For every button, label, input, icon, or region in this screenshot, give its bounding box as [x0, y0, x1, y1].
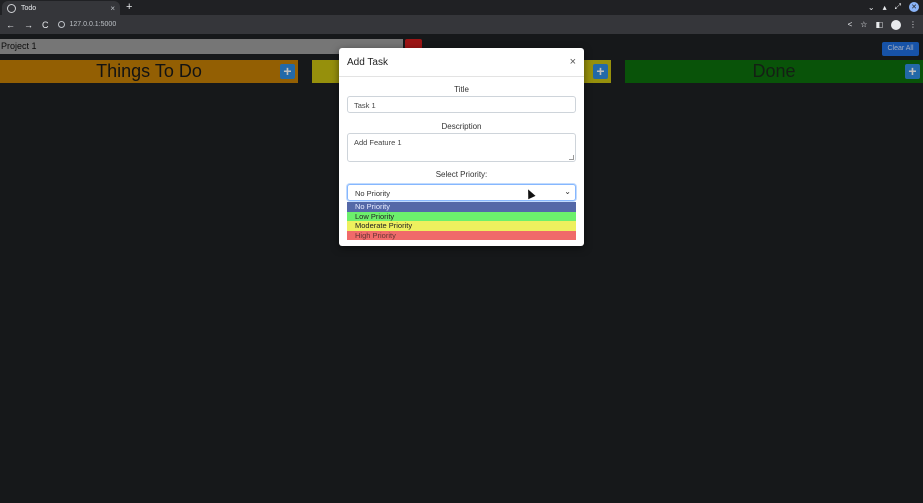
browser-tab-strip: Todo × + ⌄ ▴ ⤢ ✕	[0, 0, 923, 15]
profile-avatar[interactable]	[891, 19, 901, 30]
maximize-icon[interactable]: ⤢	[895, 2, 901, 12]
reload-button[interactable]: C	[42, 20, 49, 30]
globe-icon	[7, 3, 16, 13]
modal-header: Add Task ×	[339, 48, 584, 77]
new-tab-button[interactable]: +	[126, 1, 132, 14]
browser-tab[interactable]: Todo ×	[2, 1, 120, 15]
priority-option-none[interactable]: No Priority	[347, 202, 576, 212]
url-text: 127.0.0.1:5000	[69, 21, 117, 28]
priority-option-low[interactable]: Low Priority	[347, 211, 576, 221]
chevron-down-icon: ⌄	[564, 187, 571, 196]
chevron-down-icon[interactable]: ⌄	[868, 3, 875, 12]
browser-toolbar: ← → C 127.0.0.1:5000 < ☆ ◧ ⋮	[0, 15, 923, 34]
priority-label: Select Priority:	[435, 170, 488, 179]
description-textarea[interactable]: Add Feature 1	[347, 133, 576, 162]
resize-handle-icon[interactable]	[569, 155, 574, 160]
priority-selected-value: No Priority	[355, 189, 391, 198]
modal-title: Add Task	[347, 56, 388, 68]
description-label: Description	[441, 122, 482, 131]
window-controls: ⌄ ▴ ⤢ ✕	[868, 2, 919, 12]
description-text: Add Feature 1	[354, 138, 402, 147]
priority-option-high[interactable]: High Priority	[347, 230, 576, 240]
info-icon[interactable]	[57, 21, 65, 28]
priority-option-moderate[interactable]: Moderate Priority	[347, 221, 576, 231]
priority-dropdown-list: No Priority Low Priority Moderate Priori…	[347, 202, 576, 240]
priority-select[interactable]: No Priority ⌄	[347, 184, 576, 201]
forward-button[interactable]: →	[24, 20, 33, 30]
share-icon[interactable]: <	[848, 20, 853, 29]
side-panel-icon[interactable]: ◧	[875, 20, 883, 29]
close-icon[interactable]: ×	[570, 56, 576, 68]
tab-title: Todo	[21, 4, 37, 12]
address-bar[interactable]: 127.0.0.1:5000	[57, 18, 848, 31]
menu-icon[interactable]: ⋮	[909, 20, 917, 29]
title-label: Title	[454, 85, 469, 94]
toolbar-actions: < ☆ ◧ ⋮	[848, 19, 917, 30]
close-window-icon[interactable]: ✕	[909, 2, 919, 12]
back-button[interactable]: ←	[6, 20, 15, 30]
title-input[interactable]: Task 1	[347, 96, 576, 113]
tab-close-icon[interactable]: ×	[110, 4, 115, 13]
star-icon[interactable]: ☆	[860, 20, 867, 29]
minimize-icon[interactable]: ▴	[883, 3, 887, 12]
